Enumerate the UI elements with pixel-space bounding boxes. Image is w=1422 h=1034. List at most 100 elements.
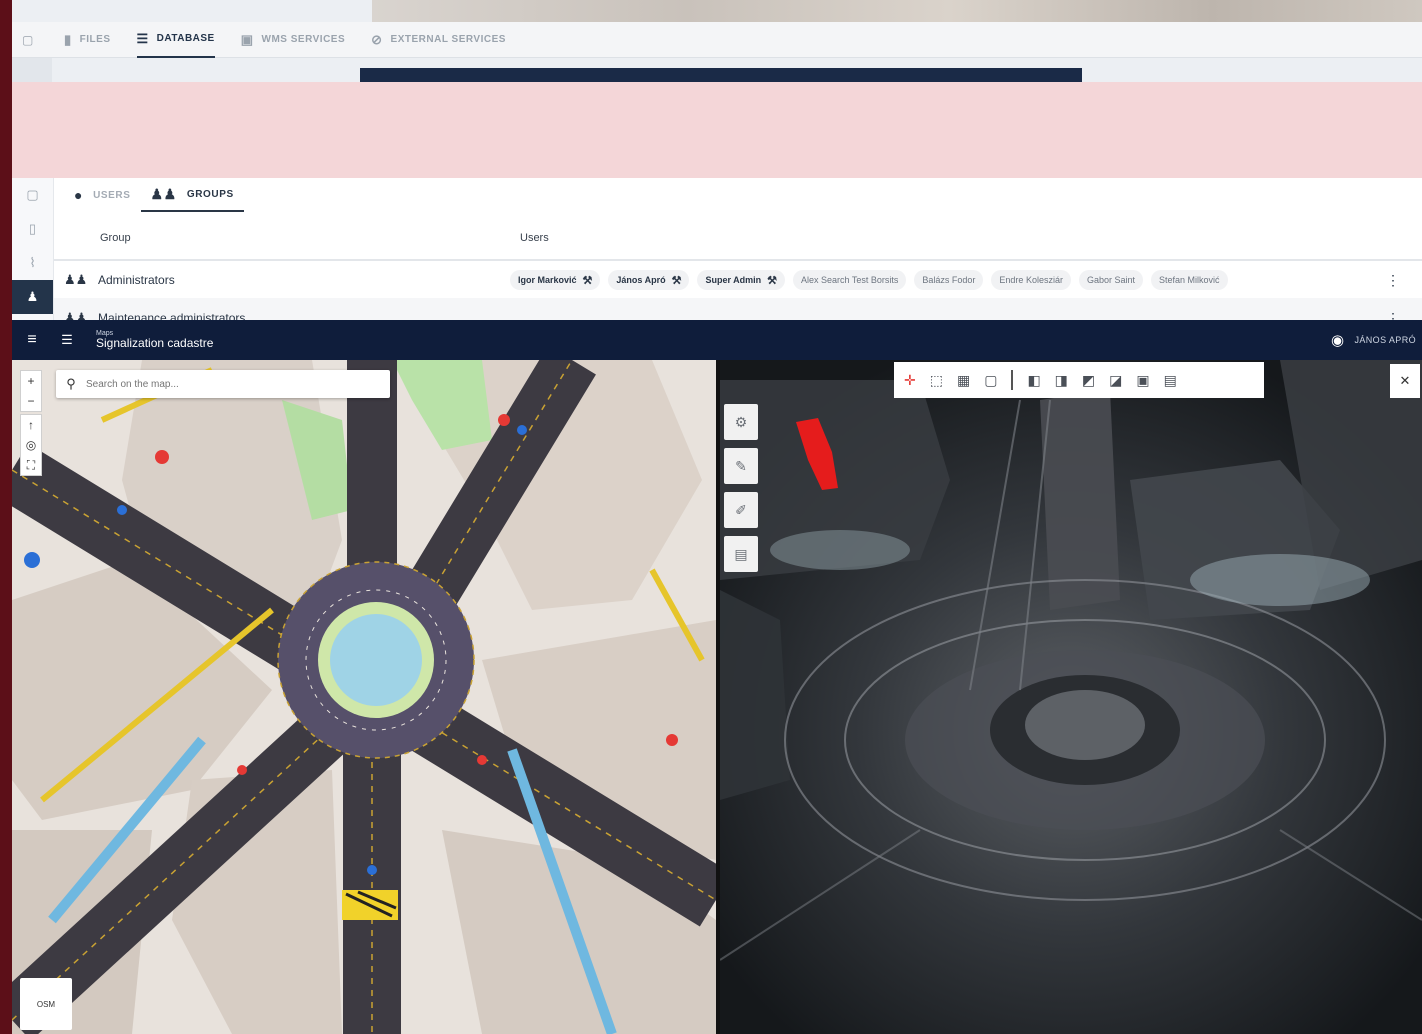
user-chip[interactable]: Stefan Milković [1151,270,1228,290]
north-arrow-icon[interactable]: ↑ [28,415,34,435]
chart-icon[interactable]: ⌇ [12,246,53,280]
dialog-header-strip [360,68,1082,82]
map-application: ≡ ☰ Maps Signalization cadastre ◉ JÁNOS … [12,320,1422,1034]
map-icon[interactable]: ▢ [22,33,46,47]
paint-icon[interactable]: ✐ [724,492,758,528]
zoom-control: + − [20,370,42,412]
view-bottom-icon[interactable]: ▤ [1164,372,1177,389]
map-icon[interactable]: ▢ [12,178,53,212]
tab-label: EXTERNAL SERVICES [390,34,506,45]
user-chip[interactable]: Balázs Fodor [914,270,984,290]
tab-external-services[interactable]: ⊘ EXTERNAL SERVICES [371,22,506,58]
map-layers-icon: ▣ [240,31,254,47]
clip-box-icon[interactable]: ▢ [984,372,997,389]
user-chip-label: Igor Marković [518,275,577,285]
column-header-group[interactable]: Group [100,232,131,244]
link-icon: ⊘ [371,31,383,47]
search-icon[interactable]: ⚲ [56,376,86,392]
user-chip-label: Balázs Fodor [922,275,976,285]
user-name: JÁNOS APRÓ [1354,335,1416,345]
column-header-users[interactable]: Users [520,232,549,244]
person-icon: ● [74,187,84,203]
basemap-switch-button[interactable]: OSM [20,978,72,1030]
user-chip-label: Stefan Milković [1159,275,1220,285]
pick-point-icon[interactable]: ✛ [904,372,916,389]
more-options-icon[interactable]: ⋮ [1386,310,1400,321]
menu-icon[interactable]: ≡ [12,331,52,349]
admin-tools-icon: ⚒ [671,274,682,287]
tab-label: USERS [93,189,131,201]
admin-side-rail: ▢ ▯ ⌇ ♟ [12,178,54,320]
zoom-out-icon[interactable]: − [27,391,34,411]
map-search: ⚲ [56,370,390,398]
view-left-icon[interactable]: ◨ [1055,372,1068,389]
view-front-icon[interactable]: ◧ [1027,372,1040,389]
admin-tools-icon: ⚒ [582,274,593,287]
grid-icon[interactable]: ▦ [957,372,970,389]
group-name: Administrators [98,273,175,287]
user-management-panel: ▢ ▯ ⌇ ♟ ● USERS ♟♟ GROUPS Group Users ♟♟… [12,178,1422,320]
pointcloud-3d-view[interactable]: ✛ ⬚ ▦ ▢ ◧ ◨ ◩ ◪ ▣ ▤ ✕ ⚙ ✎ ✐ ▤ [720,360,1422,1034]
group-name: Maintenance administrators [98,311,246,320]
tab-database[interactable]: ☰ DATABASE [136,22,215,58]
user-chip[interactable]: Alex Search Test Borsits [793,270,907,290]
admin-tools-icon: ⚒ [767,274,778,287]
user-chip[interactable]: Endre Kolesziár [991,270,1071,290]
settings-icon[interactable]: ⚙ [724,404,758,440]
tab-users[interactable]: ● USERS [64,178,141,212]
view-back-icon[interactable]: ▣ [1136,372,1149,389]
info-panel-icon[interactable]: ▤ [724,536,758,572]
group-icon: ♟♟ [64,272,88,287]
group-icon[interactable]: ♟ [12,280,53,314]
user-chip[interactable]: Super Admin ⚒ [697,270,786,290]
user-chip-label: Alex Search Test Borsits [801,275,899,285]
table-row[interactable]: ♟♟ Administrators Igor Marković ⚒ János A… [54,260,1422,300]
database-icon: ☰ [136,30,149,46]
group-icon: ♟♟ [64,310,88,320]
source-tabs-bar: ▢ ▮ FILES ☰ DATABASE ▣ WMS SERVICES ⊘ EX… [12,22,1422,58]
database-icon[interactable]: ☰ [52,332,82,348]
file-manager-panel: ▢ ▮ FILES ☰ DATABASE ▣ WMS SERVICES ⊘ EX… [12,0,1422,82]
account-icon: ◉ [1330,332,1345,349]
user-chip[interactable]: Igor Marković ⚒ [510,270,601,290]
tab-label: GROUPS [186,188,234,200]
tab-label: WMS SERVICES [261,34,346,45]
more-options-icon[interactable]: ⋮ [1386,272,1400,289]
search-input[interactable] [86,378,366,390]
background-band [12,82,1422,178]
user-chip-label: Super Admin [705,275,762,285]
table-row[interactable]: ♟♟ Maintenance administrators ⋮ [54,298,1422,320]
locate-icon[interactable]: ◎ [26,435,36,455]
file-icon: ▮ [64,31,72,47]
basemap-label: OSM [36,999,56,1009]
user-chip-label: János Apró [616,275,666,285]
view-right-icon[interactable]: ◪ [1109,372,1122,389]
map-tools-control: ↑ ◎ ⛶ [20,414,42,476]
user-chip-label: Gabor Saint [1086,275,1135,285]
tab-label: FILES [79,34,111,45]
fullscreen-icon[interactable]: ⛶ [27,455,35,475]
app-bar: ≡ ☰ Maps Signalization cadastre ◉ JÁNOS … [12,320,1422,360]
background-map-strip [372,0,1422,22]
page-title: Signalization cadastre [96,336,214,351]
user-chip[interactable]: Gabor Saint [1078,270,1143,290]
user-chips: Igor Marković ⚒ János Apró ⚒ Super Admin ⚒ … [510,270,1228,290]
tab-files[interactable]: ▮ FILES [64,22,111,58]
user-chip-label: Endre Kolesziár [999,275,1063,285]
user-chip[interactable]: János Apró ⚒ [608,270,690,290]
zoom-in-icon[interactable]: + [27,371,34,391]
view-top-icon[interactable]: ◩ [1082,372,1095,389]
group-icon: ♟♟ [150,185,177,202]
map-2d-view[interactable]: + − ↑ ◎ ⛶ ⚲ OSM [12,360,716,1034]
pointcloud-toolbar: ✛ ⬚ ▦ ▢ ◧ ◨ ◩ ◪ ▣ ▤ [894,362,1264,398]
user-menu[interactable]: ◉ JÁNOS APRÓ [1331,320,1416,360]
toolbar-divider [1011,370,1014,390]
document-icon[interactable]: ▯ [12,212,53,246]
ruler-icon[interactable]: ✎ [724,448,758,484]
measure-area-icon[interactable]: ⬚ [930,372,943,389]
tab-groups[interactable]: ♟♟ GROUPS [140,178,244,212]
tab-wms-services[interactable]: ▣ WMS SERVICES [241,22,345,58]
map-canvas [12,360,716,1034]
close-icon[interactable]: ✕ [1390,364,1420,398]
title-block: Maps Signalization cadastre [96,330,213,351]
